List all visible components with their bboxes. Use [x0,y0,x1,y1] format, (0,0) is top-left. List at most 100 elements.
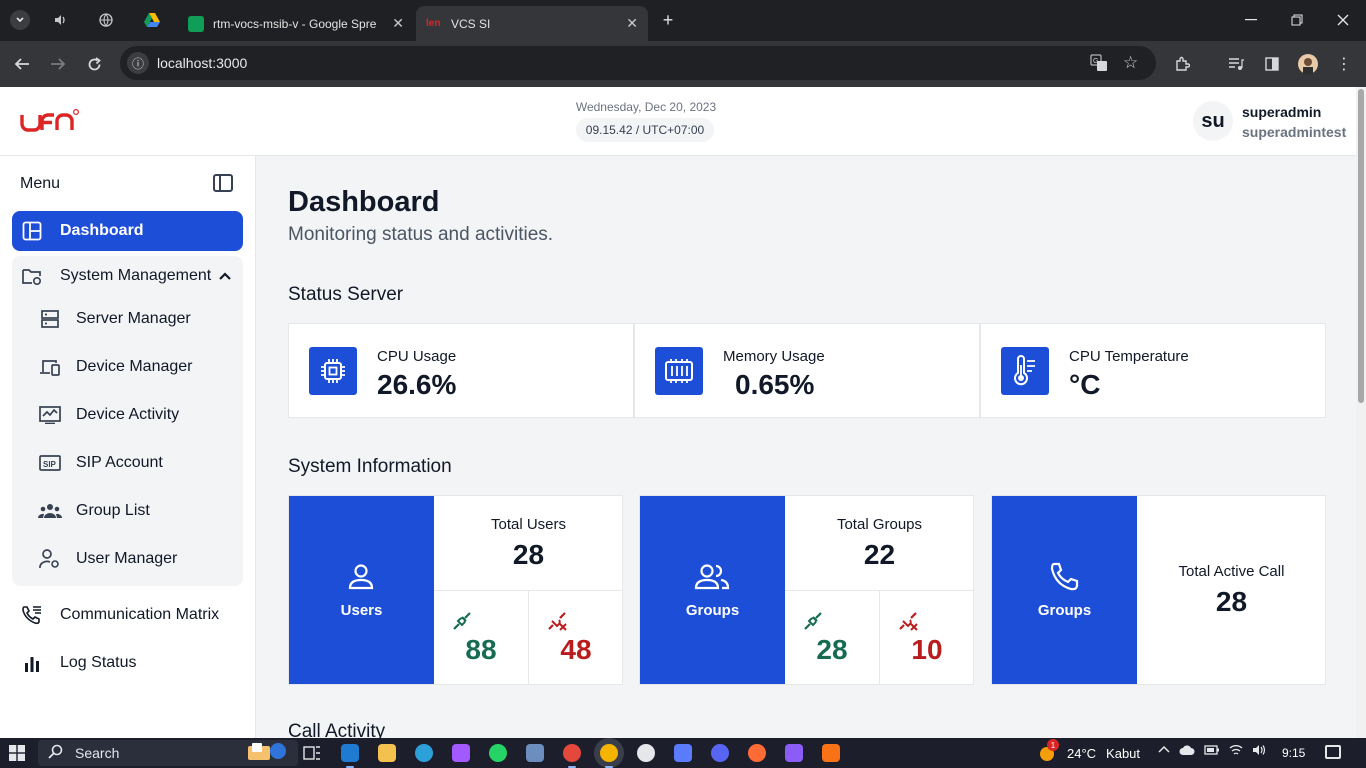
control-panel-icon[interactable] [526,744,544,762]
globe-icon[interactable] [96,10,116,30]
reload-icon[interactable] [83,53,105,75]
total-active-call-value: 28 [1215,586,1248,617]
system-information-title: System Information [288,456,452,477]
windows-start-icon[interactable] [9,745,25,761]
chrome-active-icon[interactable] [600,744,618,768]
forward-icon[interactable] [47,53,69,75]
volume-icon[interactable] [1252,744,1266,759]
chrome-menu-icon[interactable]: ⋮ [1333,53,1355,75]
cloud-icon[interactable] [1179,744,1195,759]
user-icon [339,560,383,594]
battery-icon[interactable] [1204,744,1220,759]
site-info-icon[interactable]: ⓘ [127,52,149,74]
users-group-icon [690,560,734,594]
tab-vcs-si[interactable]: len VCS SI ✕ [416,6,648,41]
app-orange-icon[interactable] [822,744,840,762]
page-scrollbar[interactable] [1356,87,1366,738]
restore-icon[interactable] [1287,10,1307,30]
close-window-icon[interactable] [1333,10,1353,30]
chatgpt-icon[interactable] [637,744,655,762]
vscode-icon[interactable] [341,744,359,768]
sidebar-item-device-activity[interactable]: Device Activity [30,395,179,435]
card-label: Users [340,602,383,619]
extensions-icon[interactable] [1171,53,1193,75]
stat-value: 26.6% [377,369,457,400]
discord-icon[interactable] [711,744,729,762]
task-view-icon[interactable] [303,744,321,762]
total-active-call-label: Total Active Call [1178,563,1285,580]
figma-icon[interactable] [452,744,470,762]
browser-tab-strip: rtm-vocs-msib-v - Google Spre ✕ len VCS … [0,0,1366,41]
system-tray [1158,744,1266,759]
sidebar-item-group-list[interactable]: Group List [30,491,150,531]
weather-badge: 1 [1047,739,1059,751]
total-groups-label: Total Groups [836,516,923,533]
tab-google-sheets[interactable]: rtm-vocs-msib-v - Google Spre ✕ [178,6,414,41]
collapse-sidebar-icon[interactable] [213,174,233,192]
sidebar-item-label: User Manager [76,550,178,567]
server-icon [38,307,62,331]
sidebar-item-log-status[interactable]: Log Status [12,643,243,683]
sidebar-item-sip-account[interactable]: SIP SIP Account [30,443,163,483]
app-header: Wednesday, Dec 20, 2023 09.15.42 / UTC+0… [0,87,1356,156]
bookmark-star-icon[interactable]: ☆ [1123,53,1141,72]
side-panel-icon[interactable] [1261,53,1283,75]
ai-sparkle-icon[interactable] [674,744,692,762]
media-control-icon[interactable] [1225,53,1247,75]
taskbar-clock[interactable]: 9:15 [1282,746,1305,760]
sidebar-item-system-management[interactable]: System Management [12,256,243,296]
groups-card: Groups Total Groups 22 28 10 [639,495,974,685]
users-card: Users Total Users 28 88 48 [288,495,623,685]
translate-icon[interactable]: G [1090,54,1108,72]
chevron-up-icon[interactable] [1158,744,1170,759]
sidebar-item-device-manager[interactable]: Device Manager [30,347,193,387]
main-content: Dashboard Monitoring status and activiti… [256,156,1356,738]
chrome-icon[interactable] [563,744,581,768]
address-bar[interactable]: ⓘ localhost:3000 G ☆ [120,46,1156,80]
chevron-up-icon[interactable] [219,267,231,285]
close-tab-icon[interactable]: ✕ [626,15,638,32]
weather-widget[interactable]: 1 24°C Kabut [1038,739,1141,762]
group-icon [38,499,62,523]
profile-avatar-icon[interactable] [1297,53,1319,75]
plug-disconnected-icon [546,610,568,632]
sidebar-item-communication-matrix[interactable]: Communication Matrix [12,595,243,635]
speaker-icon[interactable] [50,10,70,30]
taskbar-search[interactable]: Search [38,740,298,766]
search-highlight-icon [244,738,288,764]
phone-list-icon [20,603,44,627]
sidebar-item-user-manager[interactable]: User Manager [30,539,177,579]
weather-desc: Kabut [1106,745,1141,761]
tab-search-icon[interactable] [10,10,30,30]
sidebar-item-dashboard[interactable]: Dashboard [12,211,243,251]
len-favicon-icon: len [426,18,441,29]
whatsapp-icon[interactable] [489,744,507,762]
google-drive-icon[interactable] [142,10,162,30]
sidebar-item-label: Group List [76,502,150,519]
scrollbar-thumb[interactable] [1358,89,1364,403]
file-explorer-icon[interactable] [378,744,396,762]
phone-icon [1042,560,1086,594]
avatar[interactable]: su [1193,101,1233,141]
notification-center-icon[interactable] [1325,745,1341,759]
folder-gear-icon [20,264,44,288]
sidebar-item-label: SIP Account [76,454,163,471]
plug-disconnected-icon [897,610,919,632]
edge-icon[interactable] [415,744,433,762]
groups-card-header[interactable]: Groups [640,496,785,684]
user-name: superadmin [1242,104,1322,120]
postman-icon[interactable] [748,744,766,762]
google-sheets-icon [188,15,204,32]
back-icon[interactable] [11,53,33,75]
sidebar-item-server-manager[interactable]: Server Manager [30,299,191,339]
users-card-header[interactable]: Users [289,496,434,684]
wifi-icon[interactable] [1229,744,1243,759]
new-tab-icon[interactable]: + [658,10,678,30]
search-icon [48,744,63,762]
active-call-card-header[interactable]: Groups [992,496,1137,684]
minimize-icon[interactable] [1241,10,1261,30]
close-tab-icon[interactable]: ✕ [392,15,404,32]
app-purple-icon[interactable] [785,744,803,762]
cpu-icon [309,347,357,395]
thermometer-icon [1001,347,1049,395]
